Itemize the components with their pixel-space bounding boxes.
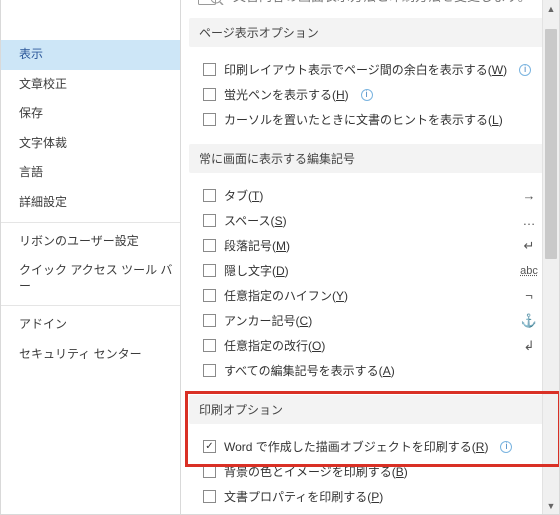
scroll-down-button[interactable]: ▼ — [543, 497, 559, 514]
checkbox[interactable] — [203, 364, 216, 377]
info-icon[interactable]: i — [361, 89, 373, 101]
checkbox[interactable] — [203, 189, 216, 202]
option-row: スペース(S)… — [203, 208, 547, 233]
option-row: タブ(T)→ — [203, 183, 547, 208]
sidebar-item[interactable]: 保存 — [1, 99, 180, 129]
header-text: 文書内容の画面表示方法と印刷方法を変更します。 — [233, 0, 531, 5]
sidebar-item[interactable]: セキュリティ センター — [1, 340, 180, 370]
option-label[interactable]: すべての編集記号を表示する(A) — [224, 362, 395, 379]
section-title: ページ表示オプション — [189, 18, 551, 47]
checkbox[interactable] — [203, 239, 216, 252]
sidebar-item[interactable]: 詳細設定 — [1, 188, 180, 218]
checkbox[interactable] — [203, 88, 216, 101]
option-label[interactable]: 印刷レイアウト表示でページ間の余白を表示する(W) — [224, 61, 507, 78]
header: 文書内容の画面表示方法と印刷方法を変更します。 — [185, 0, 559, 16]
option-label[interactable]: 段落記号(M) — [224, 237, 290, 254]
sidebar-item[interactable]: 文字体裁 — [1, 129, 180, 159]
option-row: 蛍光ペンを表示する(H) i — [203, 82, 547, 107]
checkbox[interactable] — [203, 465, 216, 478]
sidebar-item[interactable]: 表示 — [1, 40, 180, 70]
option-row: ✓ Word で作成した描画オブジェクトを印刷する(R) i — [203, 434, 547, 459]
option-row: 任意指定のハイフン(Y)¬ — [203, 283, 547, 308]
vertical-scrollbar[interactable]: ▲ ▼ — [542, 0, 559, 514]
option-label[interactable]: 任意指定のハイフン(Y) — [224, 287, 348, 304]
option-label[interactable]: アンカー記号(C) — [224, 312, 312, 329]
option-row: アンカー記号(C)⚓ — [203, 308, 547, 333]
sidebar-item[interactable]: 言語 — [1, 158, 180, 188]
option-row: 背景の色とイメージを印刷する(B) — [203, 459, 547, 484]
option-label[interactable]: 隠し文字(D) — [224, 262, 289, 279]
section-title: 常に画面に表示する編集記号 — [189, 144, 551, 173]
option-row: 隠し文字(D)abc — [203, 258, 547, 283]
option-row: 印刷レイアウト表示でページ間の余白を表示する(W) i — [203, 57, 547, 82]
info-icon[interactable]: i — [500, 441, 512, 453]
sidebar-item[interactable]: アドイン — [1, 310, 180, 340]
display-settings-icon — [197, 0, 225, 6]
sidebar-item[interactable]: クイック アクセス ツール バー — [1, 256, 180, 301]
option-label[interactable]: 隠し文字を印刷する(X) — [224, 513, 348, 514]
checkbox[interactable] — [203, 113, 216, 126]
option-row: 任意指定の改行(O)↲ — [203, 333, 547, 358]
option-row: 文書プロパティを印刷する(P) — [203, 484, 547, 509]
option-label[interactable]: 文書プロパティを印刷する(P) — [224, 488, 383, 505]
checkbox[interactable]: ✓ — [203, 440, 216, 453]
main-panel: 文書内容の画面表示方法と印刷方法を変更します。 ページ表示オプション印刷レイアウ… — [181, 0, 559, 514]
option-row: カーソルを置いたときに文書のヒントを表示する(L) — [203, 107, 547, 132]
sidebar-item[interactable]: リボンのユーザー設定 — [1, 227, 180, 257]
option-label[interactable]: 背景の色とイメージを印刷する(B) — [224, 463, 408, 480]
checkbox[interactable] — [203, 63, 216, 76]
option-row: 隠し文字を印刷する(X) — [203, 509, 547, 514]
option-label[interactable]: 蛍光ペンを表示する(H) — [224, 86, 349, 103]
option-row: 段落記号(M)↵ — [203, 233, 547, 258]
option-label[interactable]: タブ(T) — [224, 187, 263, 204]
scroll-track[interactable] — [543, 17, 559, 497]
scroll-thumb[interactable] — [545, 29, 557, 259]
section-title: 印刷オプション — [189, 395, 551, 424]
option-row: すべての編集記号を表示する(A) — [203, 358, 547, 383]
checkbox[interactable] — [203, 490, 216, 503]
scroll-up-button[interactable]: ▲ — [543, 0, 559, 17]
sidebar: 表示文章校正保存文字体裁言語詳細設定リボンのユーザー設定クイック アクセス ツー… — [0, 0, 181, 514]
checkbox[interactable] — [203, 339, 216, 352]
checkbox[interactable] — [203, 289, 216, 302]
info-icon[interactable]: i — [519, 64, 531, 76]
checkbox[interactable] — [203, 314, 216, 327]
option-label[interactable]: 任意指定の改行(O) — [224, 337, 325, 354]
option-label[interactable]: カーソルを置いたときに文書のヒントを表示する(L) — [224, 111, 503, 128]
sidebar-item[interactable]: 文章校正 — [1, 70, 180, 100]
option-label[interactable]: スペース(S) — [224, 212, 287, 229]
checkbox[interactable] — [203, 214, 216, 227]
checkbox[interactable] — [203, 264, 216, 277]
option-label[interactable]: Word で作成した描画オブジェクトを印刷する(R) — [224, 438, 488, 455]
